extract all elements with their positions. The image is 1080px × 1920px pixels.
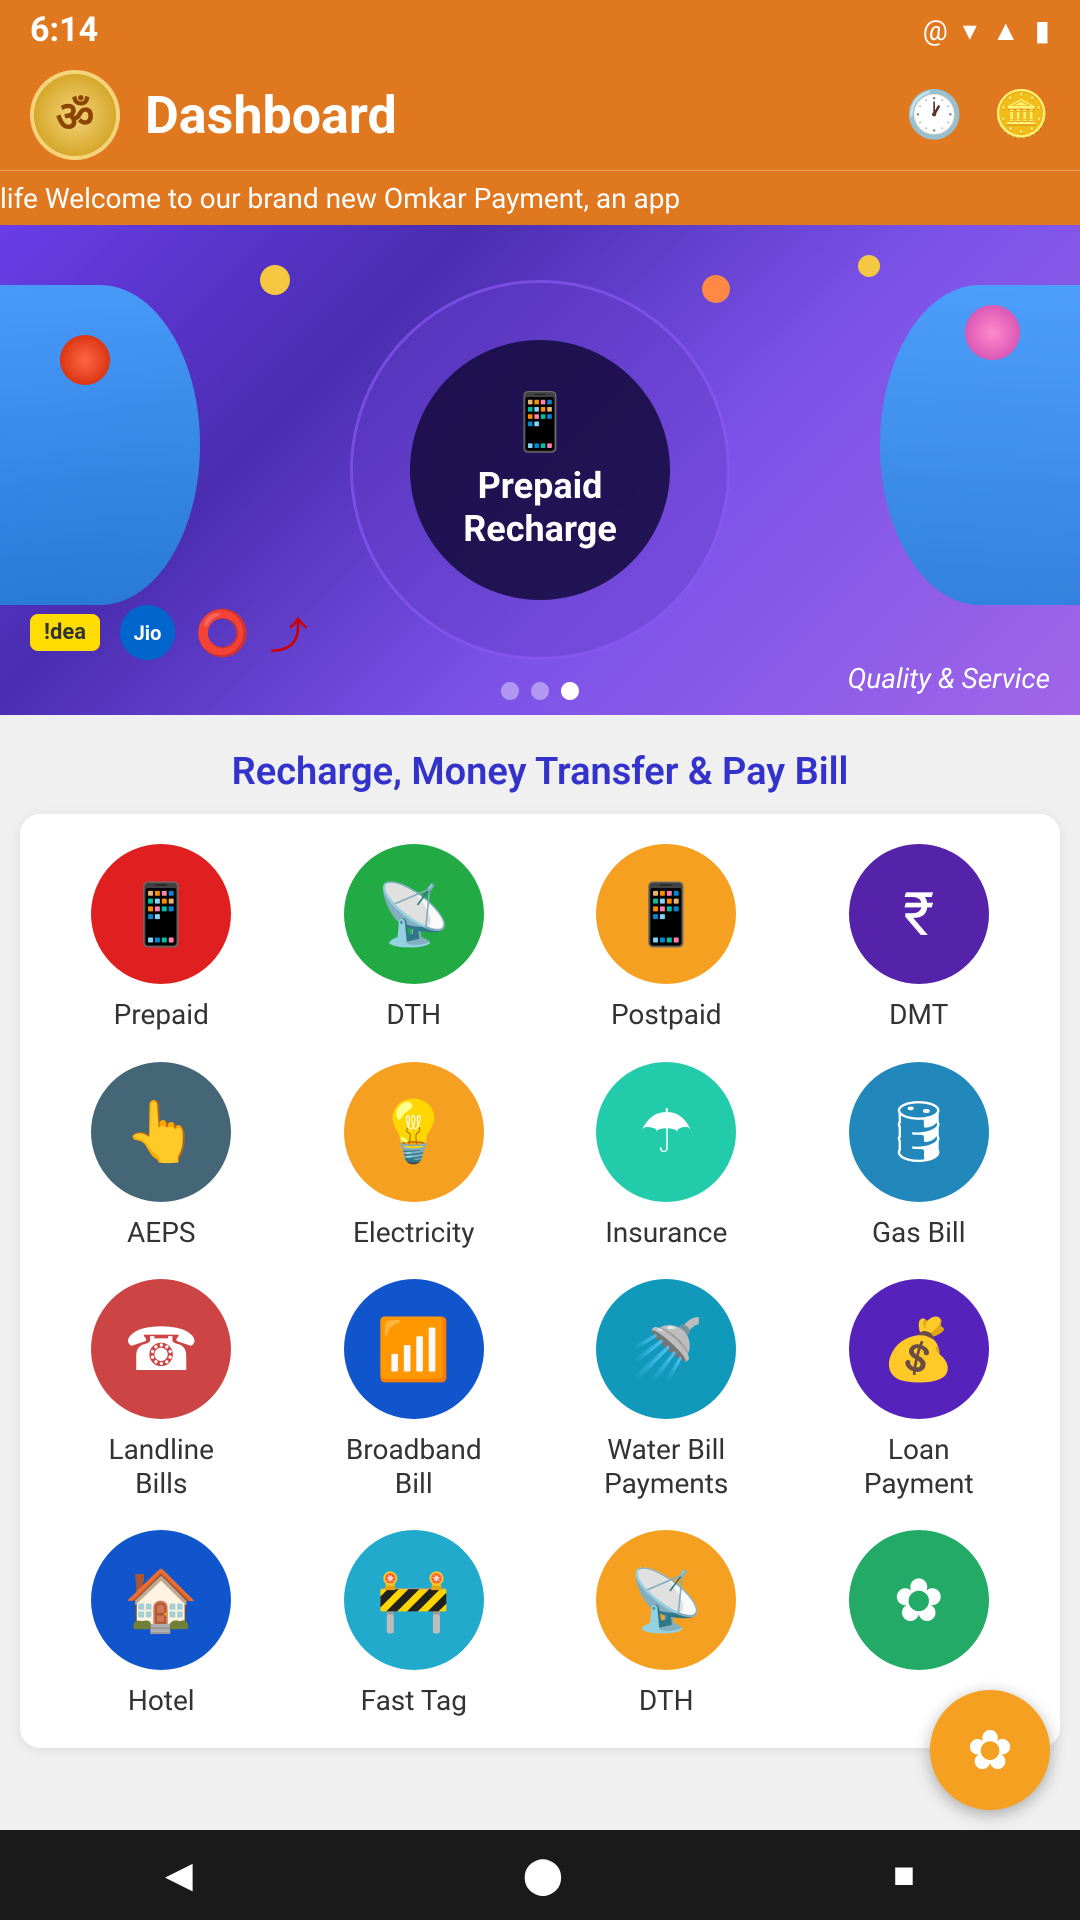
marquee-bar: life Welcome to our brand new Omkar Paym…	[0, 170, 1080, 225]
status-icons: @ ▾ ▲ ▮	[923, 14, 1050, 47]
services-container: 📱 Prepaid 📡 DTH 📱 Postpaid ₹ DMT 👆 AEPS 💡 Electrici…	[20, 814, 1060, 1748]
vodafone-brand: ⭕	[195, 607, 250, 659]
status-bar: 6:14 @ ▾ ▲ ▮	[0, 0, 1080, 60]
service-item-broadband[interactable]: 📶 Broadband Bill	[293, 1279, 536, 1500]
section-title: Recharge, Money Transfer & Pay Bill	[0, 715, 1080, 814]
dot-2[interactable]	[531, 682, 549, 700]
service-icon-prepaid: 📱	[91, 844, 231, 984]
bottom-navigation: ◀ ⬤ ■	[0, 1830, 1080, 1920]
service-icon-dth: 📡	[344, 844, 484, 984]
service-item-prepaid[interactable]: 📱 Prepaid	[40, 844, 283, 1032]
service-item-landline[interactable]: ☎ Landline Bills	[40, 1279, 283, 1500]
service-item-fan[interactable]: ✿	[798, 1530, 1041, 1718]
service-label-gas: Gas Bill	[872, 1216, 966, 1250]
service-label-electricity: Electricity	[353, 1216, 475, 1250]
orb-red	[60, 335, 110, 385]
app-logo: ॐ	[30, 70, 120, 160]
promo-banner[interactable]: 📱 Prepaid Recharge !dea Jio ⭕ ⤴ Quality …	[0, 225, 1080, 715]
banner-center-circle: 📱 Prepaid Recharge	[410, 340, 670, 600]
wifi-icon: ▾	[963, 14, 977, 47]
service-icon-fan: ✿	[849, 1530, 989, 1670]
service-label-prepaid: Prepaid	[114, 998, 209, 1032]
idea-brand: !dea	[30, 614, 100, 651]
fan-icon: ✿	[967, 1718, 1013, 1783]
service-item-gas[interactable]: 🛢 Gas Bill	[798, 1062, 1041, 1250]
service-icon-postpaid: 📱	[596, 844, 736, 984]
service-item-aeps[interactable]: 👆 AEPS	[40, 1062, 283, 1250]
service-label-broadband: Broadband Bill	[346, 1433, 482, 1500]
service-icon-water: 🚿	[596, 1279, 736, 1419]
service-label-postpaid: Postpaid	[611, 998, 722, 1032]
orb-yellow-1	[260, 265, 290, 295]
service-icon-fastag: 🚧	[344, 1530, 484, 1670]
orb-yellow-2	[858, 255, 880, 277]
fab-button[interactable]: ✿	[930, 1690, 1050, 1810]
service-item-loan[interactable]: 💰 Loan Payment	[798, 1279, 1041, 1500]
service-icon-insurance: ☂	[596, 1062, 736, 1202]
service-item-electricity[interactable]: 💡 Electricity	[293, 1062, 536, 1250]
service-label-landline: Landline Bills	[109, 1433, 215, 1500]
banner-quality-text: Quality & Service	[848, 662, 1050, 695]
wallet-icon[interactable]: 🪙	[993, 88, 1050, 142]
banner-brands: !dea Jio ⭕ ⤴	[30, 605, 308, 660]
service-item-hotel[interactable]: 🏠 Hotel	[40, 1530, 283, 1718]
page-title: Dashboard	[145, 85, 905, 146]
dot-3[interactable]	[561, 682, 579, 700]
service-icon-landline: ☎	[91, 1279, 231, 1419]
service-icon-dmt: ₹	[849, 844, 989, 984]
orb-pink	[965, 305, 1020, 360]
service-icon-loan: 💰	[849, 1279, 989, 1419]
airtel-brand: ⤴	[270, 605, 308, 660]
service-label-insurance: Insurance	[605, 1216, 727, 1250]
banner-ribbon-left	[0, 285, 200, 605]
history-icon[interactable]: 🕐	[905, 88, 962, 142]
service-label-loan: Loan Payment	[864, 1433, 974, 1500]
service-item-dth2[interactable]: 📡 DTH	[545, 1530, 788, 1718]
banner-title: Prepaid Recharge	[463, 465, 617, 551]
app-header: ॐ Dashboard 🕐 🪙	[0, 60, 1080, 170]
nav-recent-button[interactable]: ■	[853, 1839, 955, 1911]
service-item-dmt[interactable]: ₹ DMT	[798, 844, 1041, 1032]
service-icon-hotel: 🏠	[91, 1530, 231, 1670]
service-label-fastag: Fast Tag	[361, 1684, 467, 1718]
service-label-aeps: AEPS	[127, 1216, 195, 1250]
battery-icon: ▮	[1035, 14, 1050, 47]
service-label-dmt: DMT	[889, 998, 948, 1032]
jio-brand: Jio	[120, 605, 175, 660]
service-label-hotel: Hotel	[128, 1684, 195, 1718]
orb-orange	[702, 275, 730, 303]
banner-phone-icon: 📱	[505, 389, 575, 455]
services-grid: 📱 Prepaid 📡 DTH 📱 Postpaid ₹ DMT 👆 AEPS 💡 Electrici…	[40, 844, 1040, 1718]
header-actions: 🕐 🪙	[905, 88, 1050, 142]
marquee-text: life Welcome to our brand new Omkar Paym…	[0, 182, 680, 215]
service-label-water: Water Bill Payments	[604, 1433, 728, 1500]
service-icon-dth2: 📡	[596, 1530, 736, 1670]
service-icon-aeps: 👆	[91, 1062, 231, 1202]
nav-back-button[interactable]: ◀	[125, 1839, 233, 1911]
service-label-dth: DTH	[386, 998, 441, 1032]
service-item-postpaid[interactable]: 📱 Postpaid	[545, 844, 788, 1032]
service-item-water[interactable]: 🚿 Water Bill Payments	[545, 1279, 788, 1500]
service-item-insurance[interactable]: ☂ Insurance	[545, 1062, 788, 1250]
service-item-fastag[interactable]: 🚧 Fast Tag	[293, 1530, 536, 1718]
dot-1[interactable]	[501, 682, 519, 700]
service-icon-electricity: 💡	[344, 1062, 484, 1202]
nav-home-button[interactable]: ⬤	[483, 1839, 603, 1911]
status-time: 6:14	[30, 10, 98, 50]
signal-icon: ▲	[992, 14, 1020, 47]
service-icon-broadband: 📶	[344, 1279, 484, 1419]
service-icon-gas: 🛢	[849, 1062, 989, 1202]
at-icon: @	[923, 14, 948, 47]
service-item-dth[interactable]: 📡 DTH	[293, 844, 536, 1032]
service-label-dth2: DTH	[639, 1684, 694, 1718]
banner-dots	[501, 682, 579, 700]
